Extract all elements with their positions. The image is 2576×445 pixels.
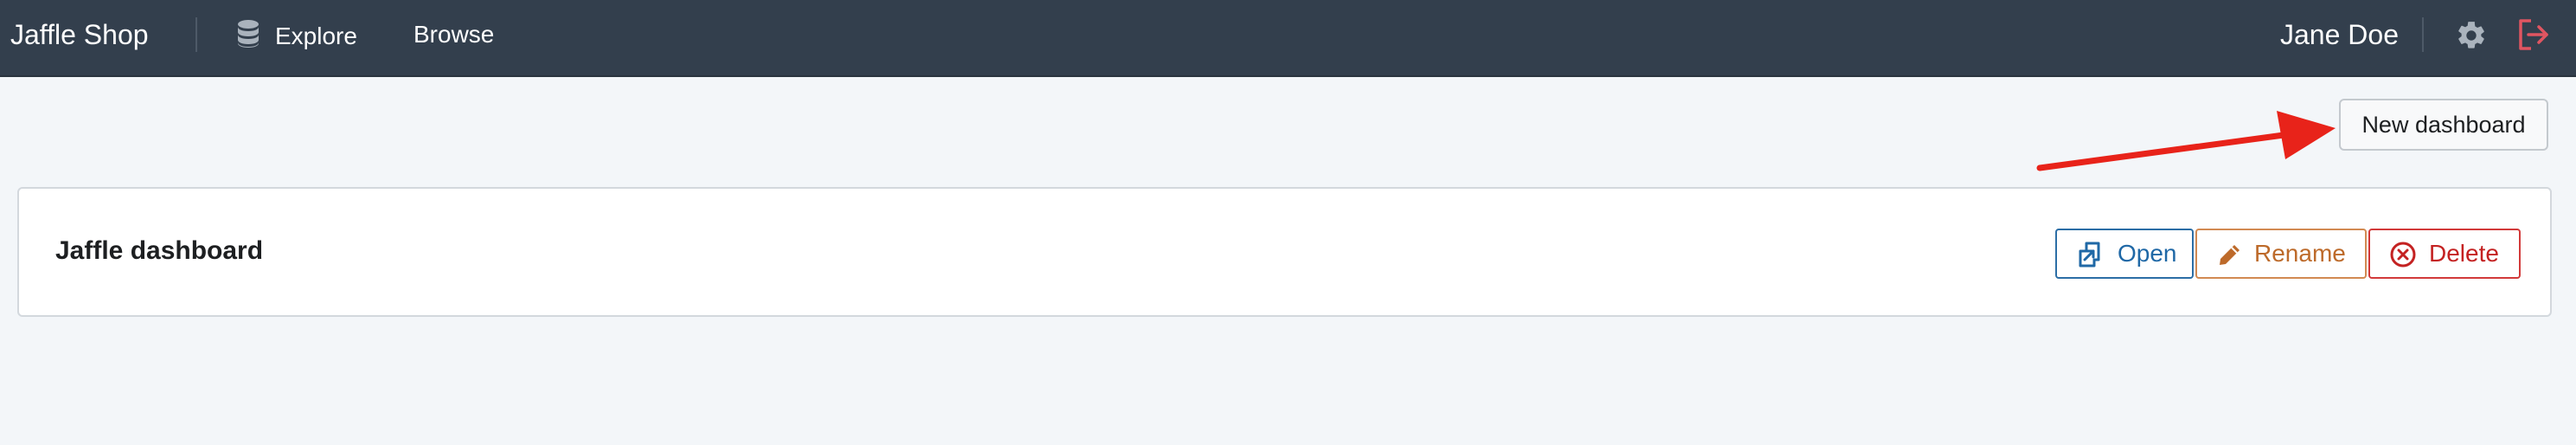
top-navbar: Jaffle Shop Explore Browse Jane Doe xyxy=(0,0,2576,77)
annotation-arrow xyxy=(2036,111,2336,171)
dashboard-title: Jaffle dashboard xyxy=(55,236,264,265)
navbar-divider xyxy=(2422,17,2424,52)
gear-icon[interactable] xyxy=(2455,19,2488,52)
delete-button[interactable]: Delete xyxy=(2368,229,2521,279)
dashboard-card: Jaffle dashboard Open Rename Delete xyxy=(17,187,2552,317)
circle-x-icon xyxy=(2390,242,2416,268)
database-icon xyxy=(238,20,259,48)
open-button-label: Open xyxy=(2118,240,2177,267)
nav-item-explore-label: Explore xyxy=(275,23,357,49)
delete-button-label: Delete xyxy=(2429,240,2499,267)
open-external-icon xyxy=(2079,242,2100,268)
navbar-divider xyxy=(195,17,197,52)
open-button[interactable]: Open xyxy=(2055,229,2194,279)
rename-button-label: Rename xyxy=(2254,240,2346,267)
rename-button[interactable]: Rename xyxy=(2195,229,2367,279)
nav-item-browse[interactable]: Browse xyxy=(413,19,494,50)
brand-title[interactable]: Jaffle Shop xyxy=(10,17,149,52)
logout-icon[interactable] xyxy=(2517,17,2550,52)
user-name[interactable]: Jane Doe xyxy=(2280,17,2399,52)
pencil-icon xyxy=(2220,245,2240,265)
new-dashboard-button[interactable]: New dashboard xyxy=(2339,99,2548,151)
